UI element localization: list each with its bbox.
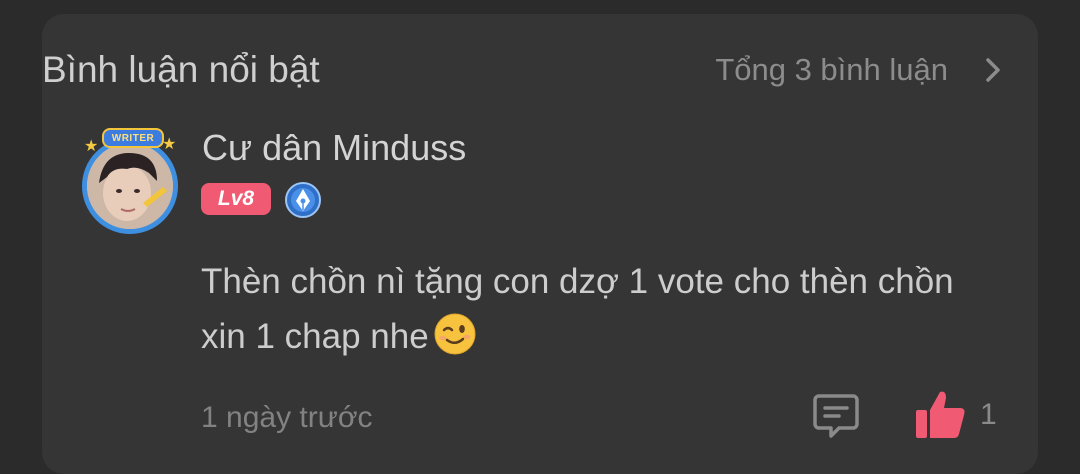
comment-timestamp: 1 ngày trước: [201, 401, 373, 434]
reply-button[interactable]: [811, 390, 861, 440]
writer-pen-icon: [284, 181, 322, 219]
writer-frame-badge: WRITER: [102, 128, 164, 148]
star-icon: ★: [84, 138, 99, 155]
card-header: Bình luận nổi bật Tổng 3 bình luận: [42, 46, 1002, 94]
total-comments-link[interactable]: Tổng 3 bình luận: [715, 46, 1002, 94]
user-avatar[interactable]: WRITER ★ ★: [74, 128, 192, 238]
thumbs-up-icon: [914, 388, 968, 440]
like-button[interactable]: 1: [914, 388, 998, 440]
comment-icon: [813, 394, 859, 438]
winking-face-emoji: [433, 312, 477, 356]
chevron-right-icon: [984, 55, 1002, 85]
section-title: Bình luận nổi bật: [42, 49, 320, 90]
comment-body: Thèn chồn nì tặng con dzợ 1 vote cho thè…: [201, 254, 1001, 364]
like-count: 1: [980, 398, 997, 431]
total-comments-label: Tổng 3 bình luận: [715, 52, 948, 87]
comment-username[interactable]: Cư dân Minduss: [202, 126, 466, 170]
comment-text: Thèn chồn nì tặng con dzợ 1 vote cho thè…: [201, 262, 954, 356]
level-badge: Lv8: [201, 183, 271, 215]
star-icon: ★: [162, 136, 177, 153]
